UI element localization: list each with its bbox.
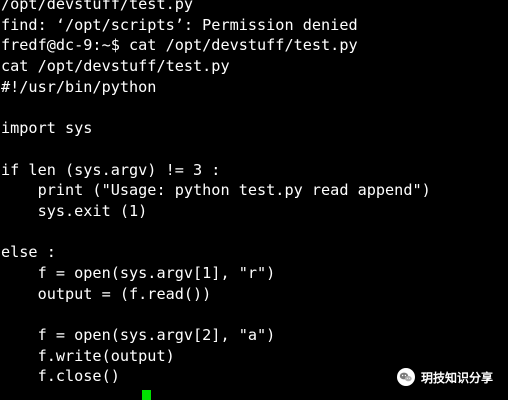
terminal-line: print ("Usage: python test.py read appen… <box>1 181 431 200</box>
terminal-line: else : <box>1 243 56 262</box>
terminal-line: f = open(sys.argv[2], "a") <box>1 326 276 344</box>
terminal-line: output = (f.read()) <box>1 284 212 303</box>
terminal-line: if len (sys.argv) != 3 : <box>1 160 221 179</box>
terminal-line: f = open(sys.argv[1], "r") <box>1 263 276 282</box>
wechat-icon <box>396 367 416 387</box>
terminal-window[interactable]: /opt/devstuff/test.py find: ‘/opt/script… <box>0 0 508 400</box>
watermark: 玥技知识分享 <box>393 366 496 388</box>
terminal-line: sys.exit (1) <box>1 201 148 220</box>
terminal-line: fredf@dc-9:~$ cat /opt/devstuff/test.py <box>1 36 358 55</box>
terminal-line <box>0 387 508 400</box>
terminal-line: f.write(output) <box>1 346 175 365</box>
terminal-line: #!/usr/bin/python <box>1 77 157 96</box>
terminal-line: import sys <box>1 119 93 138</box>
watermark-text: 玥技知识分享 <box>420 370 493 385</box>
terminal-line: cat /opt/devstuff/test.py <box>1 57 230 76</box>
terminal-cursor <box>142 390 151 400</box>
terminal-line: find: ‘/opt/scripts’: Permission denied <box>1 15 358 34</box>
terminal-line: /opt/devstuff/test.py <box>1 0 194 13</box>
